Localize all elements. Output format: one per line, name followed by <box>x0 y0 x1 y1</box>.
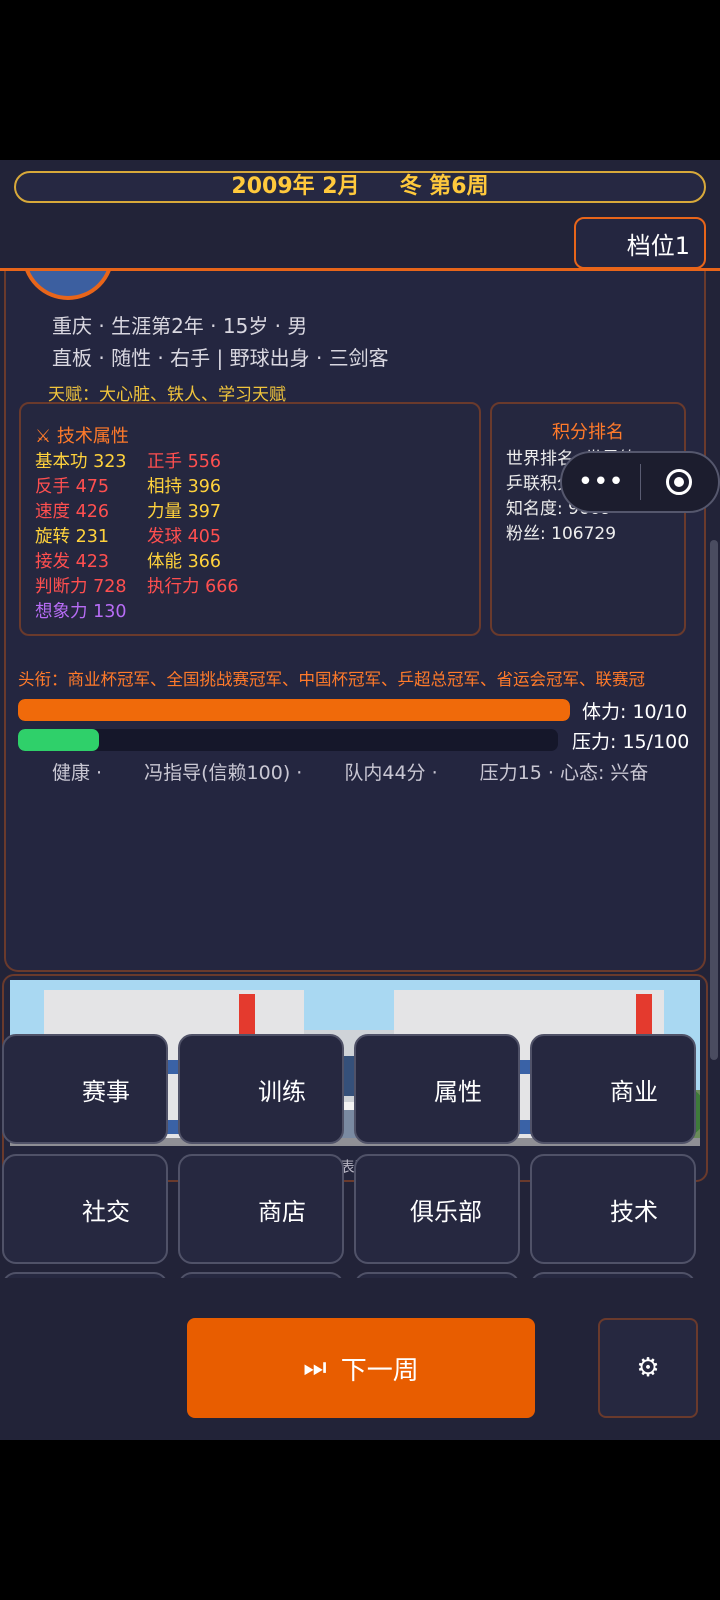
skill-stat <box>147 600 259 625</box>
mood-status: 压力15 · 心态: 兴奋 <box>479 762 649 784</box>
year-month: 2009年 2月 <box>231 174 360 199</box>
status-line: 健康 · 冯指导(信赖100) · 队内44分 · 压力15 · 心态: 兴奋 <box>52 758 684 785</box>
stamina-bar-fill <box>18 699 570 721</box>
scrollbar[interactable] <box>710 540 718 1060</box>
skill-stat: 速度 426 <box>35 502 109 522</box>
skill-stat: 基本功 323 <box>35 452 127 472</box>
menu-button-club[interactable]: 俱乐部 <box>354 1154 520 1264</box>
skill-row: 旋转 231 发球 405 <box>35 525 275 550</box>
fast-forward-icon: ⏭ <box>303 1352 327 1383</box>
menu-button-business[interactable]: 商业 <box>530 1034 696 1144</box>
next-week-button[interactable]: ⏭ 下一周 <box>187 1318 535 1418</box>
ranking-title: 积分排名 <box>552 422 624 443</box>
skill-stat: 判断力 728 <box>35 577 127 597</box>
coach-status: 冯指导(信赖100) · <box>144 762 303 784</box>
skill-stat: 力量 397 <box>147 502 221 522</box>
menu-button-shop[interactable]: 商店 <box>178 1154 344 1264</box>
skill-stat: 发球 405 <box>147 527 221 547</box>
menu-button-matches[interactable]: 赛事 <box>2 1034 168 1144</box>
menu-button-social[interactable]: 社交 <box>2 1154 168 1264</box>
skill-row: 想象力 130 <box>35 600 275 625</box>
pressure-label: 压力: 15/100 <box>572 731 690 753</box>
skill-row: 接发 423 体能 366 <box>35 550 275 575</box>
skill-panel-title: ⚔ 技术属性 <box>35 426 129 447</box>
ranking-panel: 积分排名 世界排名: 世界第50 乒联积分: 3616 知名度: 9609 粉丝… <box>490 402 686 636</box>
skill-row: 速度 426 力量 397 <box>35 500 275 525</box>
skill-stat: 正手 556 <box>147 452 221 472</box>
header-divider <box>0 268 720 271</box>
more-icon[interactable]: ••• <box>562 469 640 495</box>
game-screen: 2009年 2月 冬 第6周 档位1 重庆 · 生涯第2年 · 15岁 · 男 … <box>0 160 720 1440</box>
next-week-label: 下一周 <box>340 1355 419 1386</box>
skill-stat: 反手 475 <box>35 477 109 497</box>
skill-stat: 接发 423 <box>35 552 109 572</box>
menu-button-technique[interactable]: 技术 <box>530 1154 696 1264</box>
stamina-bar <box>18 699 570 721</box>
health-status: 健康 · <box>52 762 103 784</box>
menu-button-attributes[interactable]: 属性 <box>354 1034 520 1144</box>
close-icon[interactable] <box>641 469 719 495</box>
pressure-bar-fill <box>18 729 99 751</box>
gear-icon: ⚙ <box>636 1353 660 1383</box>
profile-line-1: 重庆 · 生涯第2年 · 15岁 · 男 <box>52 314 308 338</box>
skill-row: 判断力 728 执行力 666 <box>35 575 275 600</box>
menu-button-training[interactable]: 训练 <box>178 1034 344 1144</box>
profile-card: 重庆 · 生涯第2年 · 15岁 · 男 直板 · 随性 · 右手 | 野球出身… <box>4 268 706 972</box>
skill-stat: 相持 396 <box>147 477 221 497</box>
skill-stat: 想象力 130 <box>35 602 127 622</box>
fans: 粉丝: 106729 <box>506 524 617 544</box>
skill-grid: 基本功 323 正手 556 反手 475 相持 396 速度 426 力量 397 旋转 … <box>35 450 275 625</box>
skill-stat: 体能 366 <box>147 552 221 572</box>
profile-line-2: 直板 · 随性 · 右手 | 野球出身 · 三剑客 <box>52 346 389 370</box>
skill-stat: 旋转 231 <box>35 527 109 547</box>
avatar[interactable] <box>22 268 114 300</box>
titles-line: 头衔：商业杯冠军、全国挑战赛冠军、中国杯冠军、乒超总冠军、省运会冠军、联赛冠 <box>18 670 645 689</box>
skill-panel: ⚔ 技术属性 基本功 323 正手 556 反手 475 相持 396 速度 426 力量… <box>19 402 481 636</box>
stamina-label: 体力: 10/10 <box>582 701 688 723</box>
skill-row: 反手 475 相持 396 <box>35 475 275 500</box>
settings-button[interactable]: ⚙ <box>598 1318 698 1418</box>
date-bar: 2009年 2月 冬 第6周 <box>14 171 706 203</box>
skill-stat: 执行力 666 <box>147 577 239 597</box>
season-week: 冬 第6周 <box>399 174 489 199</box>
pressure-bar <box>18 729 558 751</box>
miniprogram-capsule: ••• <box>560 451 720 513</box>
team-score: 队内44分 · <box>344 762 438 784</box>
tier-button[interactable]: 档位1 <box>574 217 706 269</box>
skill-row: 基本功 323 正手 556 <box>35 450 275 475</box>
